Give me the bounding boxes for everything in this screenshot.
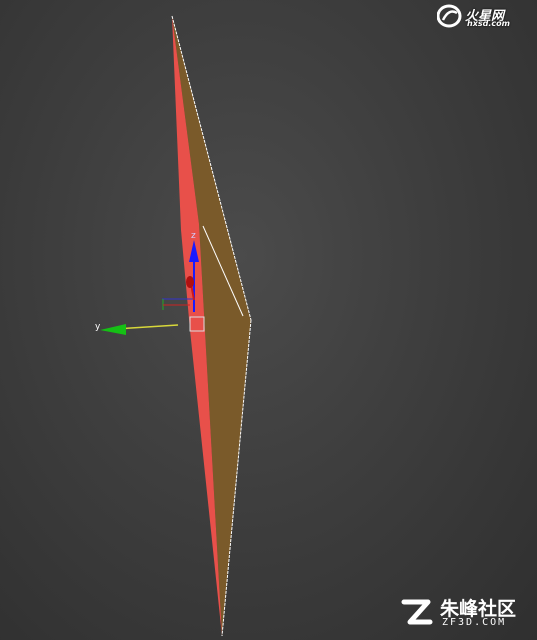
viewport-scene: z y	[95, 15, 252, 637]
gizmo-y-arrow[interactable]	[100, 324, 126, 335]
3d-viewport[interactable]: z y	[0, 0, 537, 640]
hxsd-url: hxsd.com	[467, 19, 510, 28]
gizmo-y-label: y	[95, 322, 101, 332]
gizmo-x-arrow[interactable]	[186, 276, 194, 288]
zf3d-url: ZF3D.COM	[442, 617, 507, 628]
hxsd-logo-icon	[437, 4, 462, 28]
gizmo-z-label: z	[191, 231, 196, 241]
zf3d-watermark: 朱峰社区 ZF3D.COM	[400, 594, 532, 634]
hxsd-watermark: 火星网 hxsd.com	[437, 4, 533, 30]
zf3d-logo-icon	[401, 599, 433, 625]
